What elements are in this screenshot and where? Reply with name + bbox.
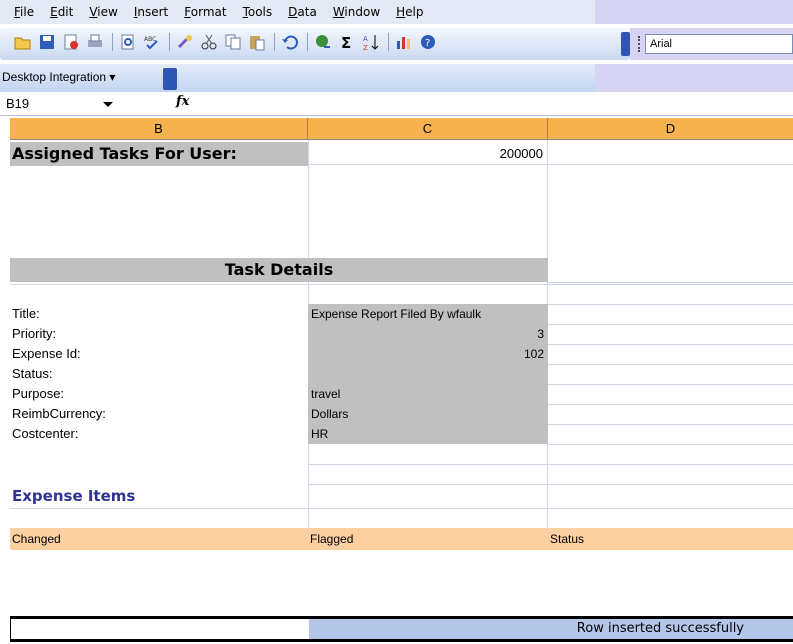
toolbar-options-handle[interactable] [621, 32, 630, 56]
svg-text:Σ: Σ [341, 34, 351, 51]
gridline [308, 464, 793, 465]
svg-text:ABC: ABC [144, 36, 156, 43]
field-label-title[interactable]: Title: [10, 304, 308, 324]
formula-bar: B19 fx [0, 92, 793, 116]
toolbar-grip[interactable] [638, 36, 641, 52]
toolbar-separator [169, 33, 170, 51]
desktop-integration-label: Desktop Integration [2, 70, 107, 84]
name-box-dropdown-icon[interactable] [103, 102, 113, 107]
menu-tools[interactable]: Tools [235, 4, 281, 20]
menu-data[interactable]: Data [280, 4, 325, 20]
gridline [548, 384, 793, 385]
hyperlink-icon[interactable] [314, 33, 332, 51]
gridline [548, 424, 793, 425]
column-header-c[interactable]: C [308, 118, 548, 140]
gridline [548, 364, 793, 365]
gridline [548, 404, 793, 405]
field-value-expense-id[interactable]: 102 [308, 344, 548, 364]
expense-col-flagged[interactable]: Flagged [308, 528, 548, 550]
undo-icon[interactable] [281, 33, 299, 51]
svg-text:A: A [363, 35, 368, 43]
toolbar-options-handle[interactable] [163, 68, 177, 90]
column-header-b[interactable]: B [10, 118, 308, 140]
field-value-title[interactable]: Expense Report Filed By wfaulk [308, 304, 548, 324]
print-icon[interactable] [86, 33, 104, 51]
field-label-expense-id[interactable]: Expense Id: [10, 344, 308, 364]
print-preview-icon[interactable] [119, 33, 137, 51]
desktop-integration-empty-area [595, 64, 793, 92]
gridline [548, 344, 793, 345]
toolbar-separator [307, 33, 308, 51]
field-value-status[interactable] [308, 364, 548, 384]
font-name-box[interactable]: Arial [645, 34, 793, 54]
toolbar-separator [112, 33, 113, 51]
gridline [548, 304, 793, 305]
column-header-d[interactable]: D [548, 118, 793, 140]
gridline [10, 284, 793, 285]
chart-wizard-icon[interactable] [395, 33, 413, 51]
gridline [10, 508, 793, 509]
field-label-purpose[interactable]: Purpose: [10, 384, 308, 404]
desktop-integration-menu[interactable]: Desktop Integration ▾ [2, 70, 115, 84]
field-label-reimb-currency[interactable]: ReimbCurrency: [10, 404, 308, 424]
desktop-integration-toolbar: Desktop Integration ▾ [0, 64, 793, 92]
menu-edit[interactable]: Edit [42, 4, 81, 20]
gridline [548, 282, 793, 283]
insert-function-icon[interactable]: fx [176, 94, 189, 109]
menu-format[interactable]: Format [176, 4, 234, 20]
menu-bar: File Edit View Insert Format Tools Data … [0, 0, 793, 24]
worksheet-grid[interactable]: Assigned Tasks For User: 200000 Task Det… [0, 140, 793, 620]
menu-help[interactable]: Help [388, 4, 431, 20]
menu-window[interactable]: Window [325, 4, 388, 20]
svg-text:?: ? [425, 38, 430, 49]
toolbar-icons: ABC Σ AZ ? [14, 33, 443, 51]
gridline [308, 164, 793, 165]
field-value-reimb-currency[interactable]: Dollars [308, 404, 548, 424]
menu-bar-empty-area [595, 0, 793, 24]
task-details-header[interactable]: Task Details [10, 258, 548, 282]
menu-insert[interactable]: Insert [126, 4, 176, 20]
copy-icon[interactable] [224, 33, 242, 51]
autosum-icon[interactable]: Σ [338, 33, 356, 51]
help-icon[interactable]: ? [419, 33, 437, 51]
field-value-purpose[interactable]: travel [308, 384, 548, 404]
gridline [548, 324, 793, 325]
field-label-priority[interactable]: Priority: [10, 324, 308, 344]
status-message: Row inserted successfully [309, 619, 793, 639]
assigned-user-value[interactable]: 200000 [308, 144, 547, 164]
research-icon[interactable] [176, 33, 194, 51]
permission-icon[interactable] [62, 33, 80, 51]
standard-toolbar: ABC Σ AZ ? Arial [0, 24, 793, 64]
svg-text:Z: Z [363, 44, 368, 51]
field-label-costcenter[interactable]: Costcenter: [10, 424, 308, 444]
expense-col-changed[interactable]: Changed [10, 528, 308, 550]
field-value-costcenter[interactable]: HR [308, 424, 548, 444]
sort-ascending-icon[interactable]: AZ [362, 33, 380, 51]
expense-items-header[interactable]: Expense Items [10, 484, 308, 508]
dropdown-arrow-icon: ▾ [109, 70, 116, 84]
field-label-status[interactable]: Status: [10, 364, 308, 384]
assigned-tasks-label[interactable]: Assigned Tasks For User: [10, 142, 308, 166]
expense-items-header-row: Changed Flagged Status [10, 528, 793, 550]
paste-icon[interactable] [248, 33, 266, 51]
expense-col-status[interactable]: Status [548, 528, 793, 550]
gridline [308, 484, 793, 485]
menu-items: File Edit View Insert Format Tools Data … [6, 4, 432, 20]
menu-view[interactable]: View [81, 4, 125, 20]
cut-icon[interactable] [200, 33, 218, 51]
toolbar-separator [274, 33, 275, 51]
status-area: Row inserted successfully [0, 614, 793, 644]
open-icon[interactable] [14, 33, 32, 51]
gridline [548, 444, 793, 445]
spelling-icon[interactable]: ABC [143, 33, 161, 51]
menu-file[interactable]: File [6, 4, 42, 20]
field-value-priority[interactable]: 3 [308, 324, 548, 344]
status-row: Row inserted successfully [10, 616, 793, 642]
toolbar-separator [388, 33, 389, 51]
save-icon[interactable] [38, 33, 56, 51]
